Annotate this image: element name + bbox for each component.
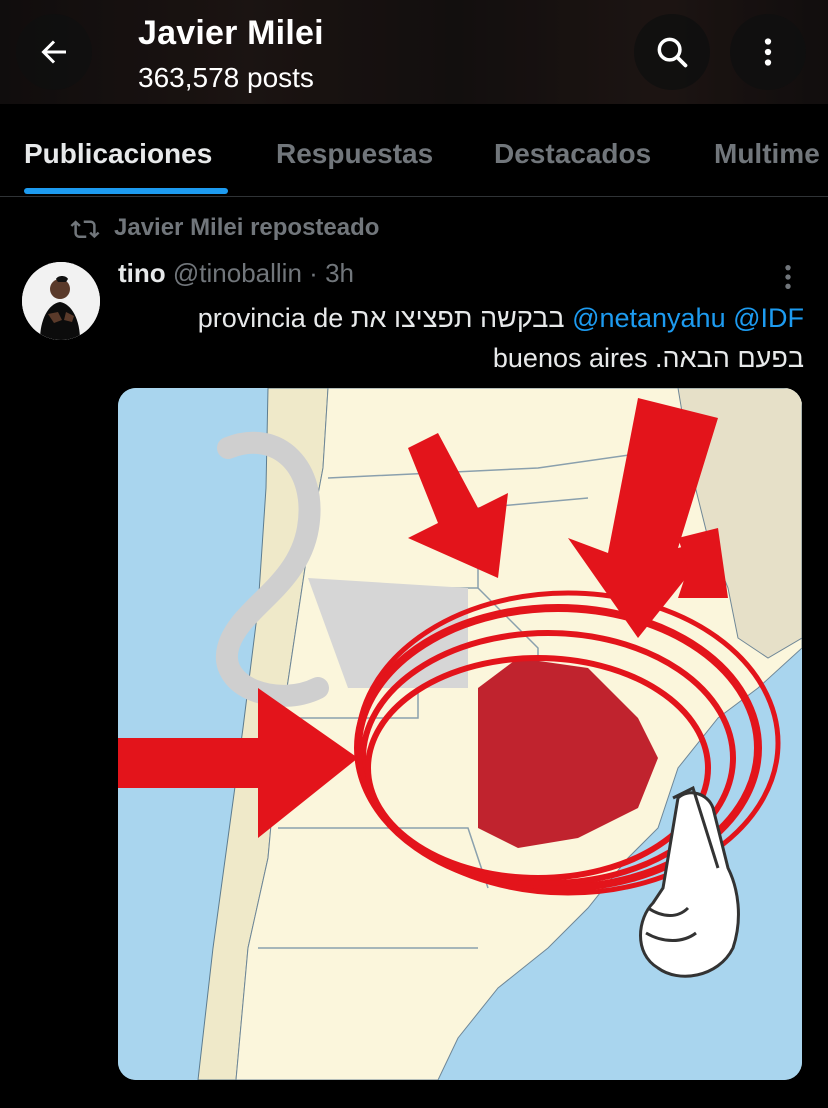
tab-destacados[interactable]: Destacados	[494, 138, 651, 170]
post-author-name[interactable]: tino	[118, 258, 166, 288]
post-spanish-text-2: buenos aires	[492, 343, 648, 373]
repost-indicator[interactable]: Javier Milei reposteado	[70, 210, 379, 246]
repost-icon	[70, 220, 100, 239]
more-vertical-icon	[764, 38, 772, 66]
post-text-line-1: @netanyahu @IDF בבקשה תפציצו את provinci…	[118, 298, 804, 338]
post-spanish-text: provincia de	[197, 303, 344, 333]
repost-label: Javier Milei reposteado	[114, 214, 380, 241]
more-options-button[interactable]	[730, 14, 806, 90]
profile-tabs: Publicaciones Respuestas Destacados Mult…	[0, 112, 828, 197]
search-button[interactable]	[634, 14, 710, 90]
post-text-line-2: בפעם הבאה. buenos aires	[118, 338, 804, 378]
post-image[interactable]	[118, 388, 802, 1080]
post-timestamp[interactable]: 3h	[325, 258, 354, 288]
more-vertical-icon	[785, 264, 791, 290]
mention-links[interactable]: @netanyahu @IDF	[572, 303, 804, 333]
avatar-image	[22, 262, 100, 340]
post-hebrew-text-2: בפעם הבאה.	[655, 343, 804, 373]
active-tab-indicator	[24, 188, 228, 194]
back-button[interactable]	[16, 14, 92, 90]
post-text: @netanyahu @IDF בבקשה תפציצו את provinci…	[118, 298, 804, 378]
post-header: tino @tinoballin · 3h	[118, 258, 354, 289]
post-more-button[interactable]	[770, 262, 806, 292]
post-count: 363,578 posts	[138, 62, 314, 93]
post-author-handle[interactable]: @tinoballin	[173, 258, 302, 288]
post-hebrew-text: בבקשה תפציצו את	[350, 303, 565, 333]
avatar[interactable]	[22, 262, 100, 340]
profile-page: Javier Milei 363,578 posts Publicaciones…	[0, 0, 828, 1108]
search-icon	[657, 37, 688, 68]
argentina-map-image	[118, 388, 802, 1080]
tab-multimedia[interactable]: Multime	[714, 138, 820, 170]
profile-header: Javier Milei 363,578 posts	[0, 0, 828, 104]
tab-publicaciones[interactable]: Publicaciones	[24, 138, 212, 170]
tab-respuestas[interactable]: Respuestas	[276, 138, 433, 170]
profile-name: Javier Milei	[138, 14, 324, 52]
arrow-left-icon	[41, 40, 66, 64]
post-meta-separator: ·	[309, 258, 318, 288]
